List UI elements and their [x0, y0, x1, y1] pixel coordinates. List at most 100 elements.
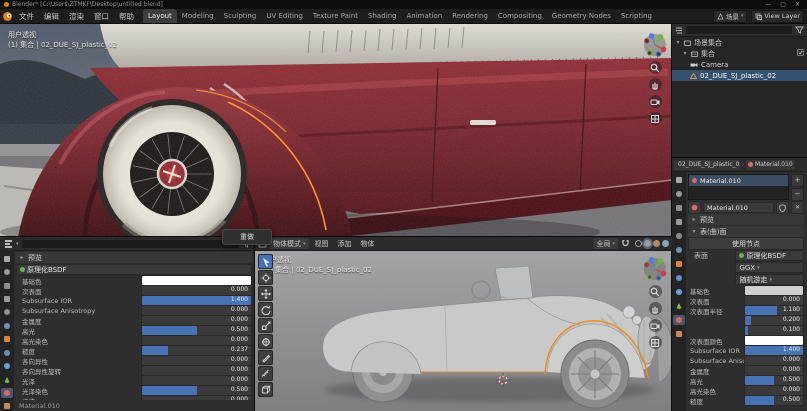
zoom-icon[interactable]	[648, 285, 662, 298]
camera-view-icon[interactable]	[648, 95, 662, 108]
transform-orientation-dropdown[interactable]: 全局 ▾	[593, 238, 618, 249]
menu-edit[interactable]: 编辑	[39, 9, 64, 24]
maximize-button[interactable]: ▢	[777, 1, 789, 8]
tab-view-layer[interactable]	[673, 217, 685, 227]
toggle-perspective-icon[interactable]	[648, 336, 662, 349]
breadcrumb-material-chip[interactable]: Material.010	[746, 159, 795, 170]
editor-type-icon[interactable]	[675, 26, 683, 34]
zoom-icon[interactable]	[648, 61, 662, 74]
scale-tool[interactable]	[258, 318, 273, 333]
tab-object[interactable]	[673, 259, 685, 269]
mode-dropdown[interactable]: 物体模式 ▾	[270, 238, 309, 249]
menu-add[interactable]: 添加	[335, 239, 355, 249]
filter-icon[interactable]	[795, 26, 804, 34]
menu-render[interactable]: 渲染	[64, 9, 89, 24]
preview-panel-header[interactable]: ▸ 预览	[688, 214, 804, 225]
tab-texture[interactable]	[673, 329, 685, 339]
unlink-icon[interactable]: ✕	[791, 201, 804, 214]
collection-checkbox[interactable]	[797, 49, 804, 58]
fake-user-shield-icon[interactable]	[776, 201, 789, 214]
solid-shading-icon[interactable]	[644, 240, 651, 247]
surface-shader-dropdown[interactable]: 原理化BSDF	[735, 250, 804, 261]
tab-render[interactable]	[673, 189, 685, 199]
workspace-tab-scripting[interactable]: Scripting	[616, 9, 657, 24]
tab-output[interactable]	[1, 281, 13, 290]
tab-object-data[interactable]	[1, 375, 13, 384]
rendered-shading-icon[interactable]	[662, 240, 669, 247]
tab-modifiers[interactable]	[673, 273, 685, 283]
outliner-row-camera[interactable]: Camera	[672, 59, 807, 70]
navigation-gizmo[interactable]	[643, 257, 667, 281]
subsurface-radius-z[interactable]: 0.100	[744, 325, 804, 336]
menu-file[interactable]: 文件	[14, 9, 39, 24]
tab-scene[interactable]	[1, 308, 13, 317]
tab-physics[interactable]	[1, 361, 13, 370]
outliner-search-input[interactable]	[686, 26, 792, 34]
tab-object-data[interactable]	[673, 301, 685, 311]
close-button[interactable]: ✕	[792, 1, 803, 8]
surface-shader-dropdown[interactable]: 原理化BSDF	[16, 264, 252, 275]
remove-slot-button[interactable]: −	[791, 188, 804, 201]
outliner-row-collection[interactable]: ▾ 集合	[672, 48, 807, 59]
workspace-tab-shading[interactable]: Shading	[363, 9, 401, 24]
scene-selector[interactable]: 场景 ▾	[712, 9, 748, 23]
menu-help[interactable]: 帮助	[114, 9, 139, 24]
workspace-tab-rendering[interactable]: Rendering	[447, 9, 493, 24]
workspace-tab-modeling[interactable]: Modeling	[177, 9, 219, 24]
tab-physics[interactable]	[673, 287, 685, 297]
expand-icon[interactable]: ▾	[675, 39, 681, 46]
pan-hand-icon[interactable]	[648, 78, 662, 91]
tab-output[interactable]	[673, 203, 685, 213]
view-layer-selector[interactable]: View Layer	[751, 9, 804, 23]
use-nodes-button[interactable]: 使用节点	[688, 237, 804, 250]
surface-panel-header[interactable]: ▾ 表(曲)面	[688, 226, 804, 237]
camera-view-icon[interactable]	[648, 319, 662, 332]
breadcrumb-object-chip[interactable]: 02_DUE_SJ_plastic_02	[674, 159, 740, 170]
rotate-tool[interactable]	[258, 302, 273, 317]
measure-tool[interactable]	[258, 366, 273, 381]
menu-window[interactable]: 窗口	[89, 9, 114, 24]
tab-material[interactable]	[673, 315, 685, 325]
snap-magnet-icon[interactable]	[621, 239, 630, 248]
material-name-field[interactable]: Material.010	[703, 202, 774, 213]
cursor-tool[interactable]	[258, 270, 273, 285]
tab-texture[interactable]	[1, 402, 13, 411]
tab-tool[interactable]	[673, 175, 685, 185]
add-cube-tool[interactable]	[258, 382, 273, 397]
move-tool[interactable]	[258, 286, 273, 301]
tab-modifiers[interactable]	[1, 348, 13, 357]
expand-icon[interactable]: ▾	[682, 50, 688, 57]
navigation-gizmo[interactable]	[643, 33, 667, 57]
redo-operator-panel[interactable]: 重做	[222, 229, 272, 245]
material-shading-icon[interactable]	[653, 240, 660, 247]
toggle-perspective-icon[interactable]	[648, 112, 662, 125]
preview-panel-header[interactable]: ▸ 预览	[16, 252, 252, 263]
material-slot-row[interactable]: Material.010	[689, 175, 788, 186]
pan-hand-icon[interactable]	[648, 302, 662, 315]
annotate-tool[interactable]	[258, 350, 273, 365]
tab-scene[interactable]	[673, 231, 685, 241]
tab-object[interactable]	[1, 335, 13, 344]
workspace-tab-geometry-nodes[interactable]: Geometry Nodes	[547, 9, 616, 24]
select-box-tool[interactable]	[258, 254, 273, 269]
roughness-slider[interactable]: 0.500	[744, 395, 804, 406]
blender-logo-icon[interactable]	[0, 11, 14, 22]
solid-3d-viewport[interactable]: 物体模式 ▾ 视图 添加 物体 全局 ▾ 用户透视 (1) 集合 | 02_DU…	[254, 236, 673, 411]
wireframe-shading-icon[interactable]	[635, 240, 642, 247]
workspace-tab-animation[interactable]: Animation	[401, 9, 447, 24]
rendered-viewport[interactable]: 用户透视 (1) 集合 | 02_DUE_SJ_plastic_02	[0, 23, 673, 238]
outliner-row-scene-collection[interactable]: ▾ 场景集合	[672, 37, 807, 48]
menu-view[interactable]: 视图	[312, 239, 332, 249]
workspace-tab-sculpting[interactable]: Sculpting	[219, 9, 262, 24]
workspace-tab-compositing[interactable]: Compositing	[493, 9, 547, 24]
menu-object[interactable]: 物体	[358, 239, 378, 249]
tab-tool[interactable]	[1, 254, 13, 263]
distribution-dropdown[interactable]: GGX ▾	[735, 262, 804, 273]
sss-method-dropdown[interactable]: 随机游走 ▾	[735, 274, 804, 285]
tab-material[interactable]	[1, 388, 13, 398]
properties-editor-icon[interactable]	[4, 239, 13, 248]
material-slot-list[interactable]: Material.010	[688, 174, 789, 200]
tab-world[interactable]	[673, 245, 685, 255]
browse-material-icon[interactable]	[688, 201, 701, 214]
outliner-row-active-object[interactable]: 02_DUE_SJ_plastic_02	[672, 70, 807, 81]
